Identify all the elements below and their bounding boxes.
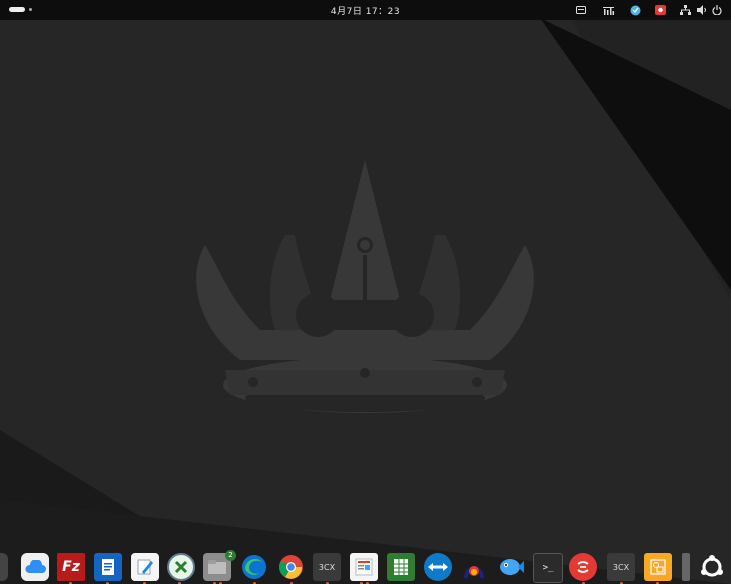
edge-icon[interactable] [240, 553, 268, 581]
red-circle-icon[interactable] [569, 553, 597, 581]
crossover-icon[interactable] [167, 553, 195, 581]
3cx-icon[interactable]: 3CX [313, 553, 341, 581]
chrome-icon[interactable] [277, 553, 305, 581]
keyboard-icon[interactable] [575, 3, 587, 17]
bars-chart-icon[interactable] [602, 3, 614, 17]
screen-record-icon[interactable] [654, 3, 666, 17]
terminal-label: >_ [542, 563, 554, 573]
ubuntu-icon[interactable] [698, 553, 726, 581]
desktop: 4月7日 17：23 Fz 2 3CX >_ 3CX [0, 0, 731, 584]
updater-icon[interactable] [629, 3, 641, 17]
network-icon[interactable] [679, 3, 691, 17]
dock: Fz 2 3CX >_ 3CX [0, 545, 731, 584]
teamviewer-icon[interactable] [424, 553, 452, 581]
gallery-icon[interactable] [644, 553, 672, 581]
wallpaper [0, 0, 731, 584]
clock[interactable]: 4月7日 17：23 [0, 4, 731, 17]
trash-icon[interactable] [682, 553, 690, 581]
folder-icon[interactable]: 2 [203, 550, 236, 581]
fish-icon[interactable] [497, 553, 525, 581]
3cx-label: 3CX [612, 562, 630, 572]
reader-icon[interactable] [350, 553, 378, 581]
power-icon[interactable] [711, 3, 723, 17]
3cx-icon[interactable]: 3CX [607, 553, 635, 581]
filezilla-icon[interactable]: Fz [57, 553, 85, 581]
volume-icon[interactable] [696, 3, 708, 17]
top-bar: 4月7日 17：23 [0, 0, 731, 20]
icloud-icon[interactable] [21, 553, 49, 581]
spreadsheet-icon[interactable] [387, 553, 415, 581]
notification-badge: 2 [225, 550, 236, 561]
partial-app-icon[interactable] [0, 553, 8, 581]
arch-icon[interactable] [460, 553, 488, 581]
terminal-icon[interactable]: >_ [533, 553, 563, 583]
3cx-label: 3CX [318, 562, 336, 572]
document-icon[interactable] [94, 553, 122, 581]
filezilla-label: Fz [62, 559, 80, 575]
pencil-icon[interactable] [131, 553, 159, 581]
